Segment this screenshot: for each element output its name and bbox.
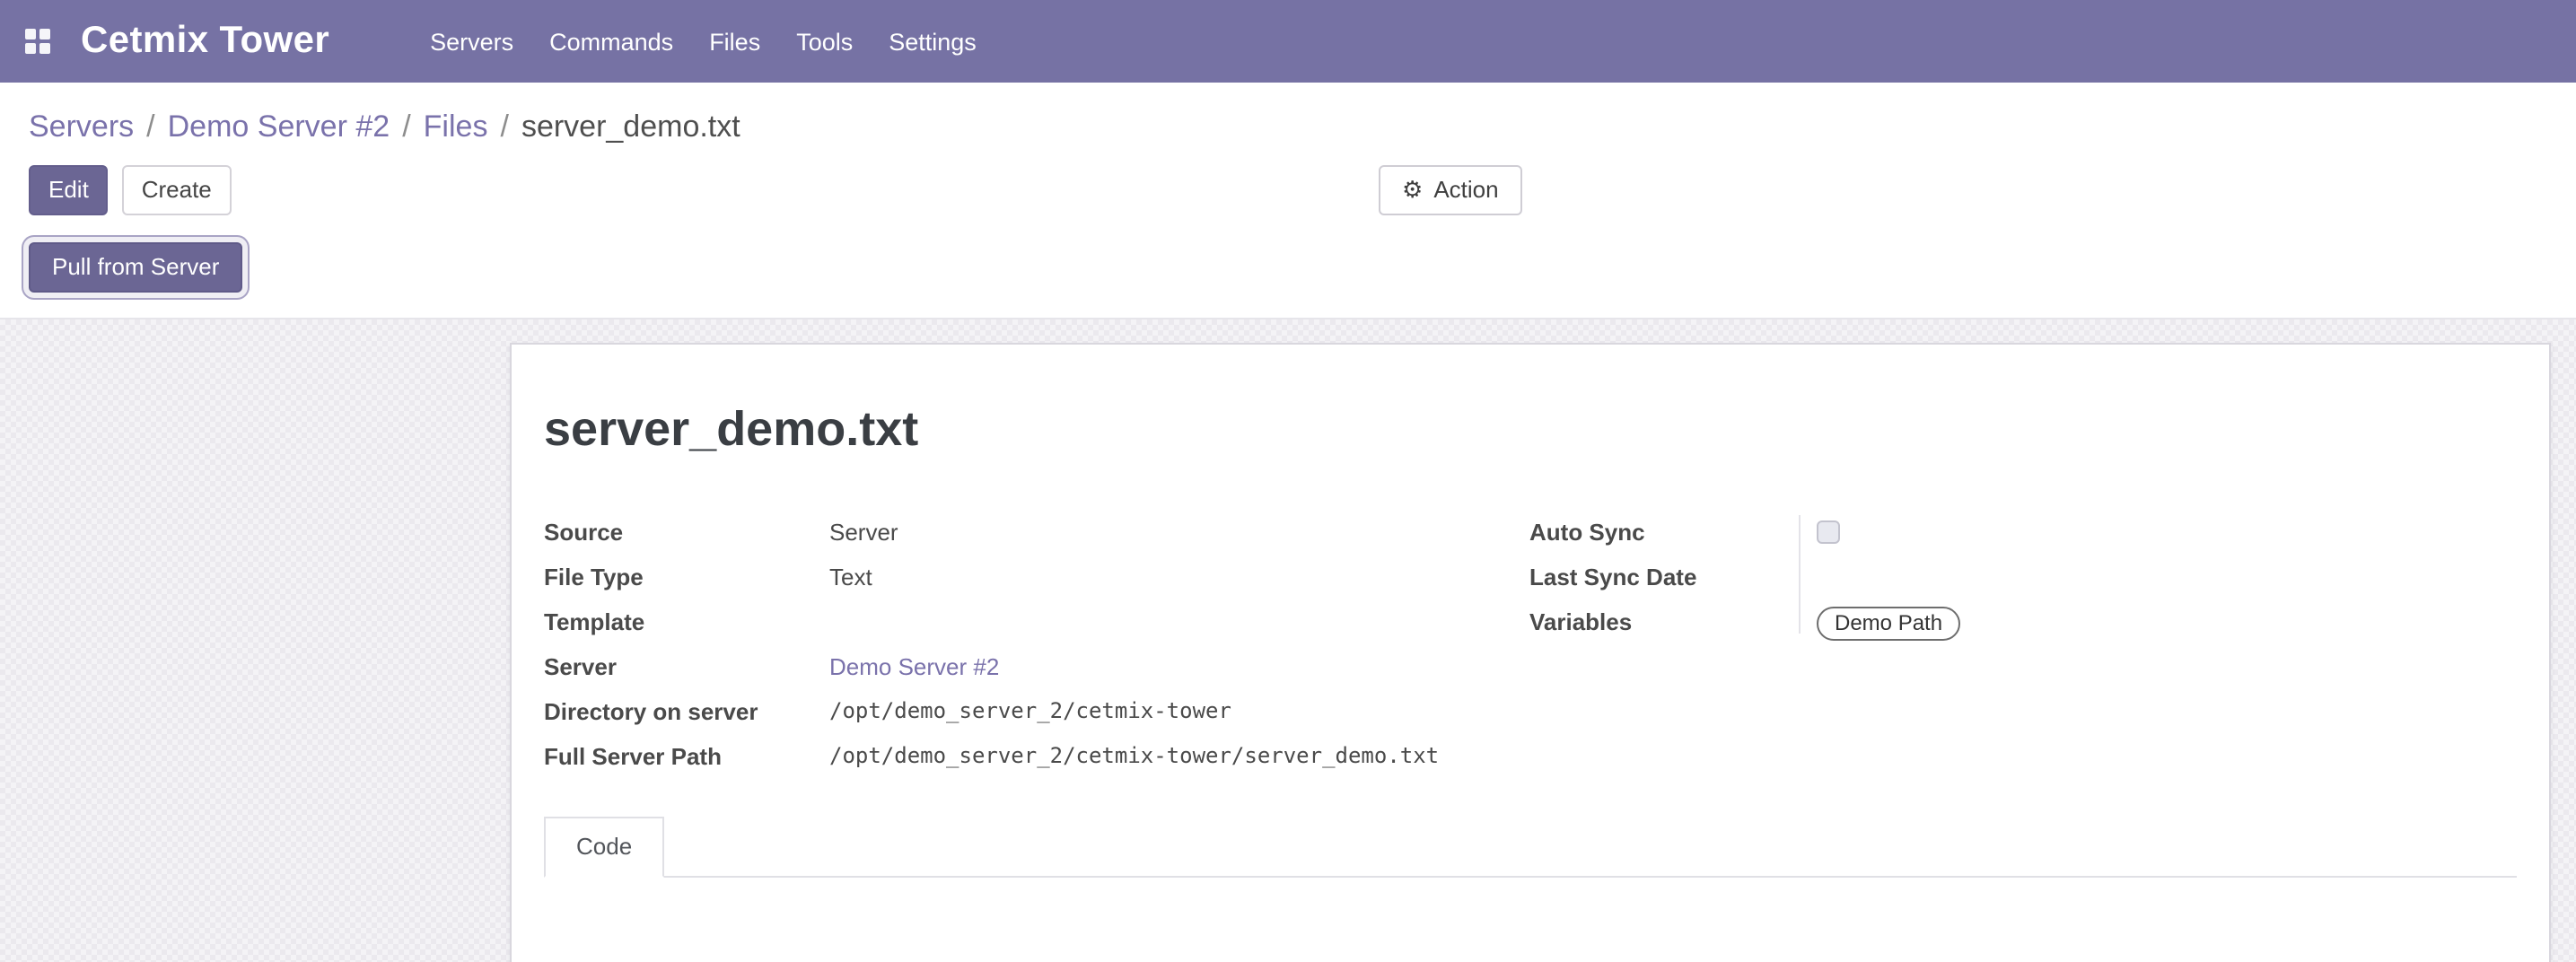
apps-grid-square — [39, 43, 50, 54]
field-group-right: Auto Sync Last Sync Date Variables Demo … — [1529, 510, 2517, 779]
group-divider — [1799, 515, 1801, 634]
pull-row: Pull from Server — [29, 242, 2576, 318]
field-label-auto-sync: Auto Sync — [1529, 510, 1799, 555]
field-label-last-sync-date: Last Sync Date — [1529, 555, 1799, 599]
gear-icon: ⚙ — [1402, 176, 1423, 205]
field-value-variables: Demo Path — [1799, 599, 2517, 644]
nav-item-tools[interactable]: Tools — [778, 15, 871, 67]
record-title: server_demo.txt — [544, 398, 2517, 459]
app-window: Cetmix Tower Servers Commands Files Tool… — [0, 0, 2576, 962]
pull-from-server-button[interactable]: Pull from Server — [29, 242, 242, 293]
nav-item-commands[interactable]: Commands — [531, 15, 691, 67]
create-button[interactable]: Create — [122, 165, 232, 215]
field-value-last-sync-date — [1799, 555, 2517, 599]
action-dropdown-button[interactable]: ⚙ Action — [1379, 165, 1522, 215]
breadcrumb-separator: / — [146, 109, 154, 144]
apps-grid-square — [25, 29, 36, 39]
nav-item-settings[interactable]: Settings — [871, 15, 994, 67]
form-sheet: server_demo.txt Source Server File Type … — [510, 343, 2551, 962]
control-panel: Servers / Demo Server #2 / Files / server_demo… — [0, 106, 2576, 319]
breadcrumb-separator: / — [402, 109, 410, 144]
notebook: Code — [544, 817, 2517, 878]
nav-item-servers[interactable]: Servers — [412, 15, 531, 67]
breadcrumb: Servers / Demo Server #2 / Files / server_demo… — [29, 106, 2576, 149]
apps-grid-square — [25, 43, 36, 54]
field-value-full-path: /opt/demo_server_2/cetmix-tower/server_d… — [829, 734, 1529, 779]
field-label-full-path: Full Server Path — [544, 734, 829, 779]
content-area: server_demo.txt Source Server File Type … — [0, 319, 2576, 962]
auto-sync-checkbox — [1817, 520, 1840, 544]
field-label-variables: Variables — [1529, 599, 1799, 644]
field-value-directory: /opt/demo_server_2/cetmix-tower — [829, 689, 1529, 734]
field-label-source: Source — [544, 510, 829, 555]
field-groups: Source Server File Type Text Template Se… — [544, 510, 2517, 779]
action-button-label: Action — [1433, 176, 1498, 205]
field-value-file-type: Text — [829, 555, 1529, 599]
field-label-server: Server — [544, 644, 829, 689]
variable-tag-demo-path: Demo Path — [1817, 607, 1960, 641]
tab-header: Code — [544, 817, 2517, 878]
top-navbar: Cetmix Tower Servers Commands Files Tool… — [0, 0, 2576, 83]
breadcrumb-separator: / — [500, 109, 508, 144]
breadcrumb-current: server_demo.txt — [521, 109, 740, 144]
field-value-server: Demo Server #2 — [829, 644, 1529, 689]
field-value-auto-sync — [1799, 510, 2517, 555]
field-label-template: Template — [544, 599, 829, 644]
button-row: Edit Create ⚙ Action — [29, 165, 2576, 215]
brand-title[interactable]: Cetmix Tower — [81, 20, 329, 63]
server-link[interactable]: Demo Server #2 — [829, 653, 999, 680]
edit-button[interactable]: Edit — [29, 165, 109, 215]
tab-code[interactable]: Code — [544, 817, 664, 878]
field-label-file-type: File Type — [544, 555, 829, 599]
field-value-source: Server — [829, 510, 1529, 555]
breadcrumb-link-demo-server[interactable]: Demo Server #2 — [168, 109, 390, 144]
navbar-menu: Servers Commands Files Tools Settings — [412, 15, 994, 67]
breadcrumb-link-servers[interactable]: Servers — [29, 109, 134, 144]
apps-grid-icon[interactable] — [25, 29, 50, 54]
breadcrumb-link-files[interactable]: Files — [424, 109, 488, 144]
field-value-template — [829, 599, 1529, 644]
field-label-directory: Directory on server — [544, 689, 829, 734]
apps-grid-square — [39, 29, 50, 39]
nav-item-files[interactable]: Files — [691, 15, 778, 67]
field-group-left: Source Server File Type Text Template Se… — [544, 510, 1529, 779]
